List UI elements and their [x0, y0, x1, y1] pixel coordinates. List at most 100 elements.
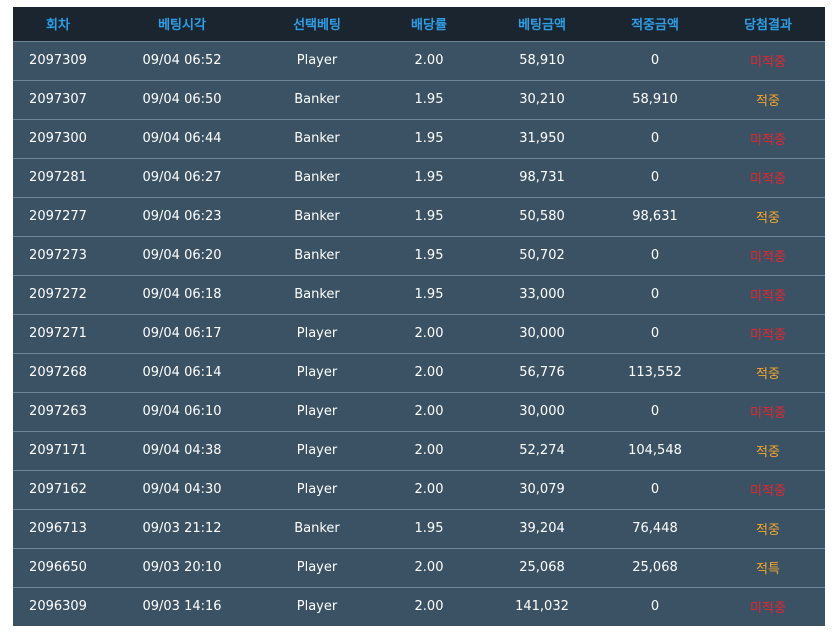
- cell-round: 2097171: [29, 443, 87, 458]
- table-row: 2096713 09/03 21:12 Banker 1.95 39,204 76,448…: [13, 509, 825, 548]
- cell-round: 2096309: [29, 599, 87, 615]
- cell-result: 미적중: [750, 289, 786, 304]
- header-bet-time: 베팅시각: [158, 18, 206, 34]
- cell-round: 2097300: [29, 131, 87, 146]
- cell-bet-time: 09/04 06:17: [142, 326, 222, 341]
- table-row: 2097281 09/04 06:27 Banker 1.95 98,731 0 미적중: [13, 158, 825, 197]
- cell-bet-time: 09/04 06:14: [142, 365, 222, 380]
- cell-result: 적중: [756, 523, 780, 538]
- table-row: 2097162 09/04 04:30 Player 2.00 30,079 0 미적중: [13, 470, 825, 509]
- cell-odds: 1.95: [414, 521, 444, 536]
- table-row: 2097273 09/04 06:20 Banker 1.95 50,702 0 미적중: [13, 236, 825, 275]
- cell-bet-time: 09/04 06:10: [142, 404, 222, 419]
- cell-win-amount: 0: [650, 287, 660, 302]
- cell-win-amount: 58,910: [632, 92, 678, 107]
- cell-bet-time: 09/04 06:52: [142, 53, 222, 68]
- cell-pick: Banker: [294, 209, 340, 224]
- cell-win-amount: 104,548: [628, 443, 682, 458]
- header-row: 회차 베팅시각 선택베팅 배당률 베팅금액 적중금액 당첨결과: [13, 7, 825, 41]
- cell-result: 적중: [756, 367, 780, 382]
- cell-odds: 2.00: [414, 443, 444, 458]
- cell-bet-time: 09/04 06:44: [142, 131, 222, 146]
- cell-odds: 2.00: [414, 365, 444, 380]
- cell-result: 미적중: [750, 133, 786, 148]
- cell-bet-amount: 25,068: [519, 560, 565, 575]
- cell-odds: 1.95: [414, 131, 444, 146]
- header-win-amount: 적중금액: [631, 18, 679, 34]
- cell-pick: Banker: [294, 287, 340, 302]
- cell-bet-time: 09/04 06:23: [142, 209, 222, 224]
- cell-result: 미적중: [750, 328, 786, 343]
- cell-bet-time: 09/03 14:16: [142, 599, 222, 615]
- cell-result: 적중: [756, 211, 780, 226]
- header-pick: 선택베팅: [293, 18, 341, 34]
- cell-bet-time: 09/04 06:27: [142, 170, 222, 185]
- cell-win-amount: 25,068: [632, 560, 678, 575]
- cell-bet-amount: 33,000: [519, 287, 565, 302]
- cell-bet-time: 09/04 04:30: [142, 482, 222, 497]
- cell-win-amount: 98,631: [632, 209, 678, 224]
- cell-bet-time: 09/04 06:50: [142, 92, 222, 107]
- cell-win-amount: 0: [650, 248, 660, 263]
- cell-bet-amount: 98,731: [519, 170, 565, 185]
- table-row: 2097300 09/04 06:44 Banker 1.95 31,950 0 미적중: [13, 119, 825, 158]
- cell-win-amount: 0: [650, 170, 660, 185]
- cell-bet-amount: 56,776: [519, 365, 565, 380]
- cell-win-amount: 76,448: [632, 521, 678, 536]
- cell-win-amount: 0: [650, 53, 660, 68]
- cell-round: 2097307: [29, 92, 87, 107]
- cell-bet-amount: 31,950: [519, 131, 565, 146]
- cell-pick: Player: [296, 365, 338, 380]
- cell-round: 2097281: [29, 170, 87, 185]
- cell-result: 미적중: [750, 172, 786, 187]
- cell-round: 2096713: [29, 521, 87, 536]
- cell-bet-amount: 52,274: [519, 443, 565, 458]
- cell-pick: Player: [296, 404, 338, 419]
- cell-pick: Banker: [294, 92, 340, 107]
- cell-round: 2097162: [29, 482, 87, 497]
- cell-bet-amount: 50,580: [519, 209, 565, 224]
- cell-round: 2096650: [29, 560, 87, 575]
- table-row: 2097309 09/04 06:52 Player 2.00 58,910 0 미적중: [13, 41, 825, 80]
- cell-bet-amount: 30,210: [519, 92, 565, 107]
- betting-history-table-wrapper: 회차 베팅시각 선택베팅 배당률 베팅금액 적중금액 당첨결과 2097309 0…: [13, 7, 825, 626]
- cell-result: 미적중: [750, 250, 786, 265]
- betting-history-table: 회차 베팅시각 선택베팅 배당률 베팅금액 적중금액 당첨결과 2097309 0…: [13, 7, 825, 626]
- cell-odds: 1.95: [414, 170, 444, 185]
- cell-result: 적특: [756, 562, 780, 577]
- cell-bet-time: 09/04 06:20: [142, 248, 222, 263]
- cell-odds: 1.95: [414, 92, 444, 107]
- table-row: 2097263 09/04 06:10 Player 2.00 30,000 0 미적중: [13, 392, 825, 431]
- cell-bet-amount: 30,079: [519, 482, 565, 497]
- cell-round: 2097271: [29, 326, 87, 341]
- cell-pick: Banker: [294, 521, 340, 536]
- cell-odds: 2.00: [414, 326, 444, 341]
- cell-pick: Player: [296, 53, 338, 68]
- cell-odds: 1.95: [414, 248, 444, 263]
- cell-result: 적중: [756, 94, 780, 109]
- cell-result: 미적중: [750, 484, 786, 499]
- cell-bet-amount: 58,910: [519, 53, 565, 68]
- cell-bet-amount: 30,000: [519, 404, 565, 419]
- cell-win-amount: 0: [650, 599, 660, 615]
- cell-pick: Player: [296, 599, 338, 615]
- cell-round: 2097272: [29, 287, 87, 302]
- cell-result: 적중: [756, 445, 780, 460]
- cell-bet-time: 09/04 04:38: [142, 443, 222, 458]
- cell-pick: Banker: [294, 248, 340, 263]
- table-row: 2097272 09/04 06:18 Banker 1.95 33,000 0 미적중: [13, 275, 825, 314]
- cell-win-amount: 0: [650, 131, 660, 146]
- cell-odds: 1.95: [414, 209, 444, 224]
- cell-win-amount: 0: [650, 326, 660, 341]
- cell-pick: Player: [296, 326, 338, 341]
- table-body: 2097309 09/04 06:52 Player 2.00 58,910 0 미적중 20…: [13, 41, 825, 626]
- cell-pick: Banker: [294, 170, 340, 185]
- cell-odds: 2.00: [414, 53, 444, 68]
- cell-bet-amount: 39,204: [519, 521, 565, 536]
- cell-round: 2097309: [29, 53, 87, 68]
- cell-pick: Player: [296, 443, 338, 458]
- cell-bet-time: 09/03 21:12: [142, 521, 222, 536]
- cell-win-amount: 0: [650, 404, 660, 419]
- table-row: 2096309 09/03 14:16 Player 2.00 141,032 0 미적중: [13, 587, 825, 626]
- cell-round: 2097263: [29, 404, 87, 419]
